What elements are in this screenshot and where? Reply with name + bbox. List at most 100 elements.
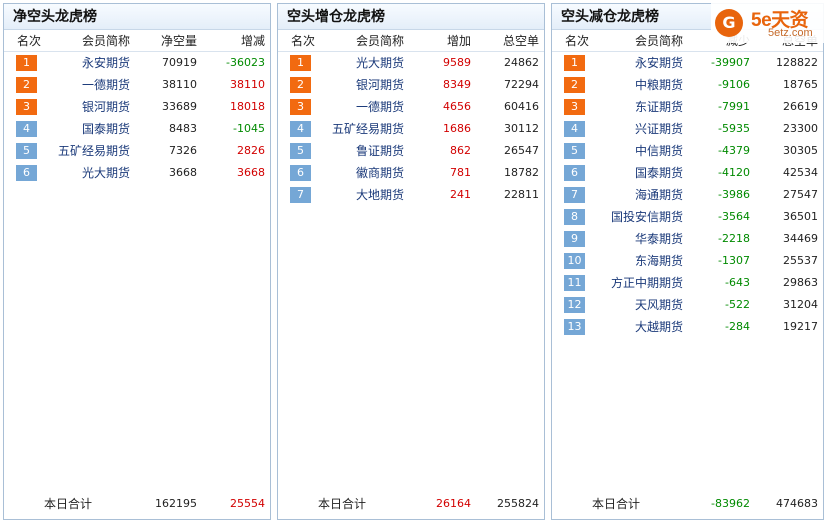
member-name-link[interactable]: 东证期货 bbox=[635, 96, 683, 118]
second-value-cell: 34469 bbox=[783, 232, 818, 245]
member-name-link[interactable]: 天风期货 bbox=[635, 294, 683, 316]
value-cell: 1686 bbox=[443, 122, 471, 135]
list-item[interactable]: 1 永安期货 -39907 128822 bbox=[552, 52, 823, 74]
list-item[interactable]: 2 中粮期货 -9106 18765 bbox=[552, 74, 823, 96]
list-item[interactable]: 2 银河期货 8349 72294 bbox=[278, 74, 544, 96]
rank-badge: 3 bbox=[16, 99, 37, 115]
col-member-header: 会员简称 bbox=[634, 34, 683, 48]
rank-badge: 12 bbox=[564, 297, 585, 313]
list-item[interactable]: 2 一德期货 38110 38110 bbox=[4, 74, 270, 96]
member-name-link[interactable]: 永安期货 bbox=[635, 52, 683, 74]
second-value-cell: 24862 bbox=[504, 56, 539, 69]
member-name-link[interactable]: 光大期货 bbox=[82, 162, 130, 184]
list-item[interactable]: 4 国泰期货 8483 -1045 bbox=[4, 118, 270, 140]
value-cell: 70919 bbox=[162, 56, 197, 69]
rank-badge: 8 bbox=[564, 209, 585, 225]
list-item[interactable]: 7 海通期货 -3986 27547 bbox=[552, 184, 823, 206]
list-item[interactable]: 12 天风期货 -522 31204 bbox=[552, 294, 823, 316]
member-name-link[interactable]: 兴证期货 bbox=[635, 118, 683, 140]
member-name-link[interactable]: 国泰期货 bbox=[82, 118, 130, 140]
value-cell: -5935 bbox=[718, 122, 750, 135]
value-cell: 33689 bbox=[162, 100, 197, 113]
second-value-cell: 42534 bbox=[783, 166, 818, 179]
member-name-link[interactable]: 永安期货 bbox=[82, 52, 130, 74]
rank-badge: 7 bbox=[564, 187, 585, 203]
col-rank-header: 名次 bbox=[291, 34, 316, 48]
second-value-cell: 38110 bbox=[230, 78, 265, 91]
second-value-cell: 3668 bbox=[237, 166, 265, 179]
member-name-link[interactable]: 东海期货 bbox=[635, 250, 683, 272]
total-row: 本日合计 -83962 474683 bbox=[552, 493, 823, 515]
member-name-link[interactable]: 光大期货 bbox=[356, 52, 404, 74]
second-value-cell: 18782 bbox=[504, 166, 539, 179]
rank-badge: 6 bbox=[16, 165, 37, 181]
total-value: 162195 bbox=[155, 497, 197, 510]
panel-short-decrease: 空头减仓龙虎榜 名次 会员简称 减少 总空单 1永安期货-39907128822… bbox=[551, 3, 824, 520]
member-name-link[interactable]: 银河期货 bbox=[82, 96, 130, 118]
member-name-link[interactable]: 五矿经易期货 bbox=[58, 140, 130, 162]
second-value-cell: 72294 bbox=[504, 78, 539, 91]
list-item[interactable]: 9 华泰期货 -2218 34469 bbox=[552, 228, 823, 250]
list-item[interactable]: 10 东海期货 -1307 25537 bbox=[552, 250, 823, 272]
list-item[interactable]: 3 银河期货 33689 18018 bbox=[4, 96, 270, 118]
rank-badge: 7 bbox=[290, 187, 311, 203]
member-name-link[interactable]: 徽商期货 bbox=[356, 162, 404, 184]
list-item[interactable]: 6 徽商期货 781 18782 bbox=[278, 162, 544, 184]
ranking-list: 1 永安期货 70919 -36023 2 一德期货 38110 38110 3 银河期货 3368… bbox=[4, 52, 270, 184]
rank-badge: 11 bbox=[564, 275, 585, 291]
total-value: 26164 bbox=[436, 497, 471, 510]
member-name-link[interactable]: 五矿经易期货 bbox=[332, 118, 404, 140]
member-name-link[interactable]: 国泰期货 bbox=[635, 162, 683, 184]
col-change-header: 增减 bbox=[240, 34, 265, 48]
list-item[interactable]: 1 光大期货 9589 24862 bbox=[278, 52, 544, 74]
value-cell: 9589 bbox=[443, 56, 471, 69]
member-name-link[interactable]: 鲁证期货 bbox=[356, 140, 404, 162]
member-name-link[interactable]: 一德期货 bbox=[356, 96, 404, 118]
value-cell: -1307 bbox=[718, 254, 750, 267]
member-name-link[interactable]: 海通期货 bbox=[635, 184, 683, 206]
total-row: 本日合计 162195 25554 bbox=[4, 493, 270, 515]
value-cell: -643 bbox=[725, 276, 750, 289]
list-item[interactable]: 5 中信期货 -4379 30305 bbox=[552, 140, 823, 162]
list-item[interactable]: 1 永安期货 70919 -36023 bbox=[4, 52, 270, 74]
list-item[interactable]: 6 光大期货 3668 3668 bbox=[4, 162, 270, 184]
rank-badge: 9 bbox=[564, 231, 585, 247]
list-item[interactable]: 7 大地期货 241 22811 bbox=[278, 184, 544, 206]
second-value-cell: 128822 bbox=[776, 56, 818, 69]
second-value-cell: 19217 bbox=[783, 320, 818, 333]
list-item[interactable]: 5 五矿经易期货 7326 2826 bbox=[4, 140, 270, 162]
list-item[interactable]: 5 鲁证期货 862 26547 bbox=[278, 140, 544, 162]
member-name-link[interactable]: 一德期货 bbox=[82, 74, 130, 96]
value-cell: 38110 bbox=[162, 78, 197, 91]
value-cell: -3986 bbox=[718, 188, 750, 201]
list-item[interactable]: 4 五矿经易期货 1686 30112 bbox=[278, 118, 544, 140]
member-name-link[interactable]: 国投安信期货 bbox=[611, 206, 683, 228]
member-name-link[interactable]: 大越期货 bbox=[635, 316, 683, 338]
list-item[interactable]: 3 东证期货 -7991 26619 bbox=[552, 96, 823, 118]
member-name-link[interactable]: 中粮期货 bbox=[635, 74, 683, 96]
second-value-cell: 60416 bbox=[504, 100, 539, 113]
member-name-link[interactable]: 银河期货 bbox=[356, 74, 404, 96]
member-name-link[interactable]: 方正中期期货 bbox=[611, 272, 683, 294]
total-label: 本日合计 bbox=[318, 497, 367, 511]
list-item[interactable]: 8 国投安信期货 -3564 36501 bbox=[552, 206, 823, 228]
second-value-cell: 26619 bbox=[783, 100, 818, 113]
list-item[interactable]: 4 兴证期货 -5935 23300 bbox=[552, 118, 823, 140]
rank-badge: 4 bbox=[564, 121, 585, 137]
list-item[interactable]: 6 国泰期货 -4120 42534 bbox=[552, 162, 823, 184]
list-item[interactable]: 3 一德期货 4656 60416 bbox=[278, 96, 544, 118]
member-name-link[interactable]: 大地期货 bbox=[356, 184, 404, 206]
panel-title: 空头增仓龙虎榜 bbox=[278, 4, 544, 30]
site-logo[interactable]: G 5e天资 5etz.com bbox=[711, 3, 828, 43]
rank-badge: 4 bbox=[16, 121, 37, 137]
list-item[interactable]: 13 大越期货 -284 19217 bbox=[552, 316, 823, 338]
col-value-header: 净空量 bbox=[160, 34, 197, 48]
list-item[interactable]: 11 方正中期期货 -643 29863 bbox=[552, 272, 823, 294]
member-name-link[interactable]: 华泰期货 bbox=[635, 228, 683, 250]
value-cell: 781 bbox=[450, 166, 471, 179]
member-name-link[interactable]: 中信期货 bbox=[635, 140, 683, 162]
logo-mark-icon: G bbox=[715, 9, 743, 37]
rank-badge: 3 bbox=[290, 99, 311, 115]
rank-badge: 1 bbox=[16, 55, 37, 71]
rank-badge: 13 bbox=[564, 319, 585, 335]
